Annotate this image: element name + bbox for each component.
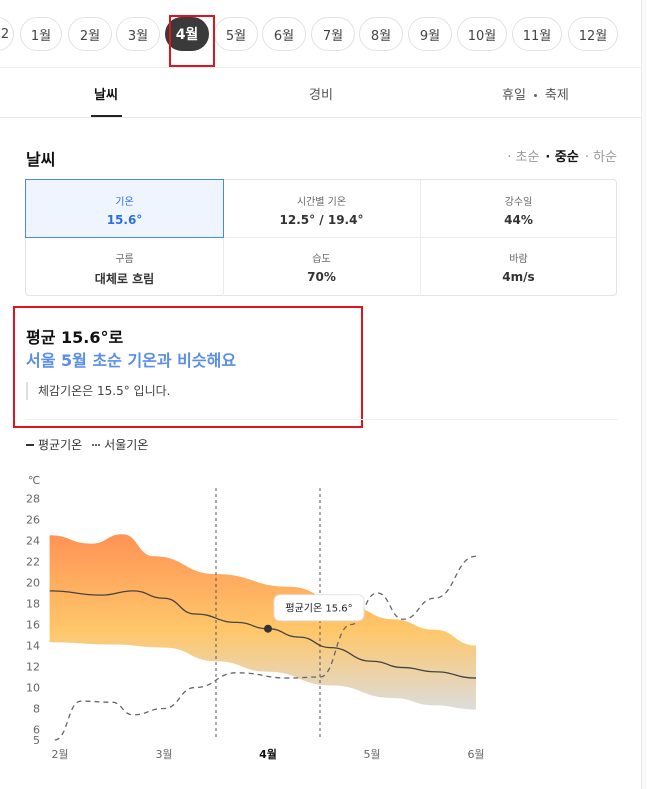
y-tick-label: 8	[33, 703, 40, 716]
month-chip-3[interactable]: 3월	[116, 17, 160, 51]
y-tick-label: 26	[26, 514, 40, 527]
month-chip-6[interactable]: 6월	[262, 17, 306, 51]
legend-item-avg: 평균기온	[26, 436, 82, 453]
legend-label: 평균기온	[38, 438, 83, 452]
separator-dot	[533, 94, 537, 97]
y-tick-label: 28	[26, 493, 40, 506]
month-chip-10[interactable]: 10월	[457, 17, 507, 51]
tab-expenses[interactable]: 경비	[309, 84, 333, 103]
month-chip-7[interactable]: 7월	[311, 17, 355, 51]
y-tick-label: 12	[26, 661, 40, 674]
y-tick-label: 20	[26, 577, 40, 590]
y-axis-unit: ℃	[28, 474, 40, 487]
y-tick-label: 18	[26, 598, 40, 611]
y-tick-label: 14	[26, 640, 40, 653]
tab-holidays-label: 휴일	[502, 88, 526, 103]
solid-line-icon	[26, 443, 34, 446]
period-early[interactable]: · 초순	[507, 146, 539, 165]
stat-value: 12.5° / 19.4°	[279, 213, 364, 227]
month-chip-partial[interactable]: 2	[0, 17, 14, 51]
x-tick-label: 4월	[259, 747, 277, 761]
month-chip-12[interactable]: 12월	[568, 17, 618, 51]
x-tick-label: 2월	[51, 748, 68, 761]
stat-label: 바람	[509, 254, 528, 265]
stat-humidity[interactable]: 습도 70%	[223, 237, 420, 295]
month-chip-1[interactable]: 1월	[20, 17, 62, 51]
stat-label: 구름	[115, 254, 134, 265]
stat-label: 습도	[312, 254, 331, 265]
period-mid[interactable]: · 중순	[545, 146, 578, 165]
y-tick-label: 6	[33, 724, 40, 737]
current-point-marker	[264, 624, 272, 633]
month-chip-5[interactable]: 5월	[214, 17, 258, 51]
summary-comparison: 서울 5월 초순 기온과 비슷해요	[26, 351, 237, 370]
x-tick-label: 3월	[155, 748, 172, 761]
tab-holidays-festivals[interactable]: 휴일 축제	[502, 84, 569, 103]
stat-label: 기온	[115, 197, 134, 208]
scrollbar-track[interactable]	[641, 0, 647, 789]
temperature-chart: ℃56810121416182022242628 2월 3월 4월 5월 6월 평균기온…	[26, 474, 485, 761]
period-selector: · 초순 · 중순 · 하순	[507, 146, 617, 165]
stat-temperature[interactable]: 기온 15.6°	[25, 179, 224, 238]
stat-value: 44%	[504, 213, 533, 227]
y-tick-label: 16	[26, 619, 40, 632]
y-tick-label: 22	[26, 556, 40, 569]
stat-value: 70%	[307, 270, 336, 284]
tooltip-text: 평균기온 15.6°	[285, 603, 352, 615]
stat-wind[interactable]: 바람 4m/s	[420, 237, 617, 295]
section-title: 날씨	[26, 150, 56, 169]
dashed-line-icon	[92, 443, 101, 446]
stat-label: 시간별 기온	[296, 197, 347, 208]
annotation-box-month	[169, 15, 215, 67]
summary-headline: 평균 15.6°로	[26, 328, 124, 347]
stat-value: 15.6°	[106, 213, 143, 227]
stat-value: 4m/s	[502, 270, 535, 284]
legend-label: 서울기온	[104, 438, 149, 452]
stat-precipitation[interactable]: 강수일 44%	[420, 180, 617, 238]
month-chip-9[interactable]: 9월	[408, 17, 452, 51]
tab-active-indicator	[91, 115, 122, 117]
tab-bar: 날씨 경비 휴일 축제	[0, 68, 647, 118]
stat-value: 대체로 흐림	[94, 272, 155, 286]
feels-like-text: 체감기온은 15.5° 입니다.	[26, 382, 170, 400]
tab-festivals-label: 축제	[544, 88, 569, 103]
stat-clouds[interactable]: 구름 대체로 흐림	[26, 237, 223, 295]
tab-weather[interactable]: 날씨	[94, 84, 118, 103]
month-selector: 2 1월 2월 3월 4월 5월 6월 7월 8월 9월 10월 11월 12월	[0, 0, 647, 68]
weather-stats-grid: 기온 15.6° 시간별 기온 12.5° / 19.4° 강수일 44% 구름…	[25, 179, 617, 296]
month-chip-8[interactable]: 8월	[359, 17, 403, 51]
stat-hourly-temperature[interactable]: 시간별 기온 12.5° / 19.4°	[223, 180, 420, 238]
chart-legend: 평균기온 서울기온	[26, 436, 148, 453]
legend-item-seoul: 서울기온	[92, 436, 148, 453]
stat-label: 강수일	[504, 197, 533, 208]
y-tick-label: 24	[26, 535, 40, 548]
month-chip-11[interactable]: 11월	[512, 17, 562, 51]
temperature-range-band	[49, 534, 476, 710]
section-divider	[26, 419, 618, 420]
x-tick-label: 6월	[467, 748, 484, 761]
month-chip-2[interactable]: 2월	[68, 17, 112, 51]
x-tick-label: 5월	[363, 748, 380, 761]
period-late[interactable]: · 하순	[585, 146, 617, 165]
y-tick-label: 10	[26, 682, 40, 695]
